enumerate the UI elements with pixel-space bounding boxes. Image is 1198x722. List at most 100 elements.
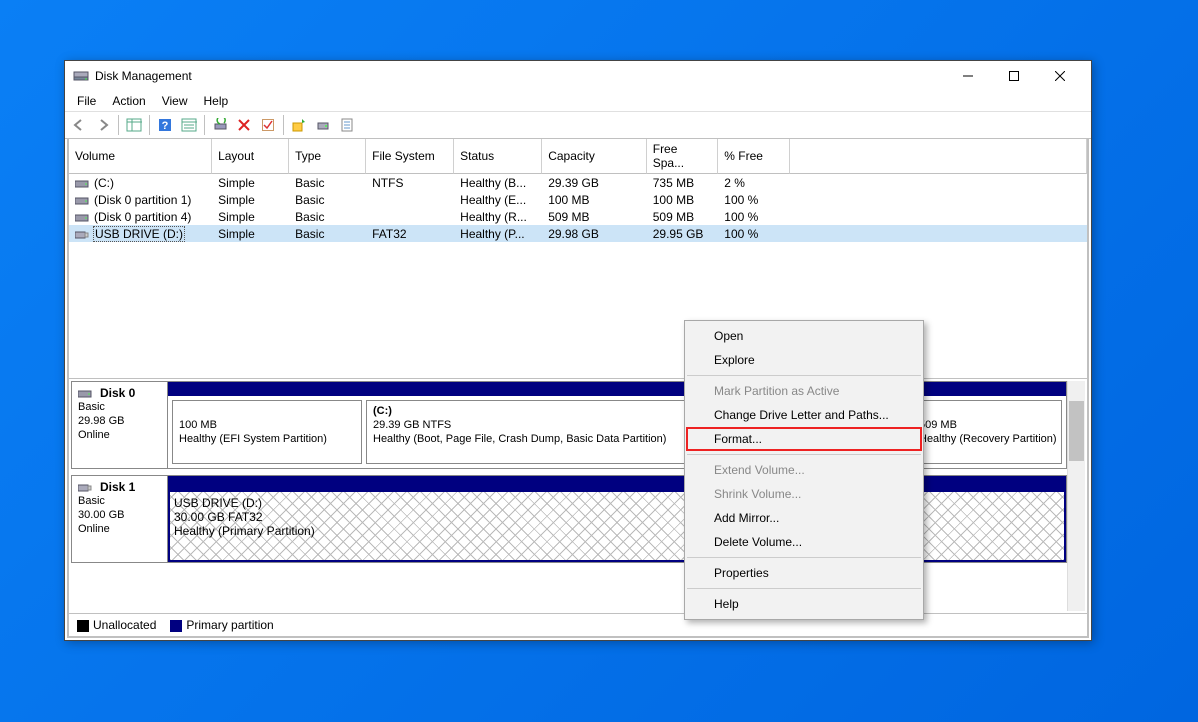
disk-kind: Basic [78, 494, 161, 508]
cell: 29.98 GB [542, 225, 647, 242]
properties-button[interactable] [335, 113, 359, 137]
column-header[interactable] [790, 139, 1087, 174]
disk-icon [75, 229, 89, 239]
cell: 509 MB [647, 208, 719, 225]
volume-block[interactable]: 509 MBHealthy (Recovery Partition) [912, 400, 1062, 464]
table-row[interactable]: (Disk 0 partition 4)SimpleBasicHealthy (… [69, 208, 1087, 225]
ctx-properties[interactable]: Properties [686, 561, 922, 585]
window-title: Disk Management [95, 69, 945, 83]
help-button[interactable]: ? [153, 113, 177, 137]
volume-block[interactable]: 100 MBHealthy (EFI System Partition) [172, 400, 362, 464]
vb-size: 100 MB [179, 418, 355, 432]
cell [366, 208, 454, 225]
column-header[interactable]: Free Spa... [647, 139, 719, 174]
disk-icon [75, 195, 89, 205]
menu-view[interactable]: View [154, 92, 196, 110]
refresh-button[interactable] [208, 113, 232, 137]
cell: Healthy (E... [454, 191, 542, 208]
volume-list: VolumeLayoutTypeFile SystemStatusCapacit… [69, 139, 1087, 379]
column-header[interactable]: % Free [718, 139, 790, 174]
disk-state: Online [78, 428, 161, 442]
app-icon [73, 68, 89, 84]
disk-size: 29.98 GB [78, 414, 161, 428]
disk-graphic-panel: Disk 0Basic29.98 GBOnline100 MBHealthy (… [69, 379, 1087, 614]
ctx-help[interactable]: Help [686, 592, 922, 616]
nav-back-button[interactable] [67, 113, 91, 137]
table-row[interactable]: USB DRIVE (D:)SimpleBasicFAT32Healthy (P… [69, 225, 1087, 242]
column-header[interactable]: File System [366, 139, 454, 174]
vb-status: Healthy (EFI System Partition) [179, 432, 355, 446]
legend-unallocated-label: Unallocated [93, 618, 156, 632]
ctx-open[interactable]: Open [686, 324, 922, 348]
ctx-format[interactable]: Format... [686, 427, 922, 451]
action1-button[interactable] [287, 113, 311, 137]
disk-parts: 100 MBHealthy (EFI System Partition)(C:)… [168, 382, 1066, 468]
menu-file[interactable]: File [69, 92, 104, 110]
cell: 735 MB [647, 174, 719, 191]
maximize-button[interactable] [991, 61, 1037, 91]
delete-button[interactable] [232, 113, 256, 137]
ctx-explore[interactable]: Explore [686, 348, 922, 372]
menu-help[interactable]: Help [196, 92, 237, 110]
cell [790, 225, 1087, 242]
column-header[interactable]: Type [289, 139, 366, 174]
ctx-change-drive-letter-and-paths[interactable]: Change Drive Letter and Paths... [686, 403, 922, 427]
cell: Basic [289, 174, 366, 191]
volume-cell: USB DRIVE (D:) [69, 225, 212, 242]
check-button[interactable] [256, 113, 280, 137]
cell: Simple [212, 208, 289, 225]
cell: 100 % [718, 191, 790, 208]
close-button[interactable] [1037, 61, 1083, 91]
ctx-extend-volume: Extend Volume... [686, 458, 922, 482]
cell: 100 % [718, 208, 790, 225]
disk-state: Online [78, 522, 161, 536]
cell: 100 MB [542, 191, 647, 208]
menu-separator [687, 557, 921, 558]
vb-title: USB DRIVE (D:) [174, 496, 1060, 510]
table-row[interactable]: (C:)SimpleBasicNTFSHealthy (B...29.39 GB… [69, 174, 1087, 191]
cell [790, 174, 1087, 191]
nav-forward-button[interactable] [91, 113, 115, 137]
disk-kind: Basic [78, 400, 161, 414]
disk-icon [75, 212, 89, 222]
cell [790, 208, 1087, 225]
cell: 100 % [718, 225, 790, 242]
disk-management-window: Disk Management File Action View Help ? … [64, 60, 1092, 641]
table-row[interactable]: (Disk 0 partition 1)SimpleBasicHealthy (… [69, 191, 1087, 208]
cell: 100 MB [647, 191, 719, 208]
vertical-scrollbar[interactable] [1067, 381, 1085, 611]
cell: 29.39 GB [542, 174, 647, 191]
content-area: VolumeLayoutTypeFile SystemStatusCapacit… [67, 139, 1089, 638]
disk-header-strip [168, 476, 1066, 490]
disk-icon [78, 388, 92, 398]
cell: 29.95 GB [647, 225, 719, 242]
cell [366, 191, 454, 208]
show-hide-tree-button[interactable] [122, 113, 146, 137]
minimize-button[interactable] [945, 61, 991, 91]
legend: Unallocated Primary partition [69, 614, 1087, 636]
column-header[interactable]: Status [454, 139, 542, 174]
disk-icon [75, 178, 89, 188]
ctx-add-mirror[interactable]: Add Mirror... [686, 506, 922, 530]
menu-action[interactable]: Action [104, 92, 153, 110]
cell: Basic [289, 225, 366, 242]
legend-primary-label: Primary partition [186, 618, 273, 632]
legend-unallocated: Unallocated [77, 618, 156, 632]
settings-button[interactable] [177, 113, 201, 137]
column-header[interactable]: Layout [212, 139, 289, 174]
column-header[interactable]: Volume [69, 139, 212, 174]
cell: 2 % [718, 174, 790, 191]
vb-size: 509 MB [919, 418, 1055, 432]
column-header[interactable]: Capacity [542, 139, 647, 174]
volume-cell: (Disk 0 partition 1) [69, 191, 212, 208]
volume-block-selected[interactable]: USB DRIVE (D:)30.00 GB FAT32Healthy (Pri… [168, 490, 1066, 562]
cell: 509 MB [542, 208, 647, 225]
toolbar: ? [65, 111, 1091, 139]
cell: Basic [289, 191, 366, 208]
ctx-delete-volume[interactable]: Delete Volume... [686, 530, 922, 554]
toolbar-separator [118, 115, 119, 135]
legend-primary: Primary partition [170, 618, 273, 632]
action2-button[interactable] [311, 113, 335, 137]
disk-header-strip [168, 382, 1066, 396]
disk-name: Disk 0 [100, 386, 135, 400]
